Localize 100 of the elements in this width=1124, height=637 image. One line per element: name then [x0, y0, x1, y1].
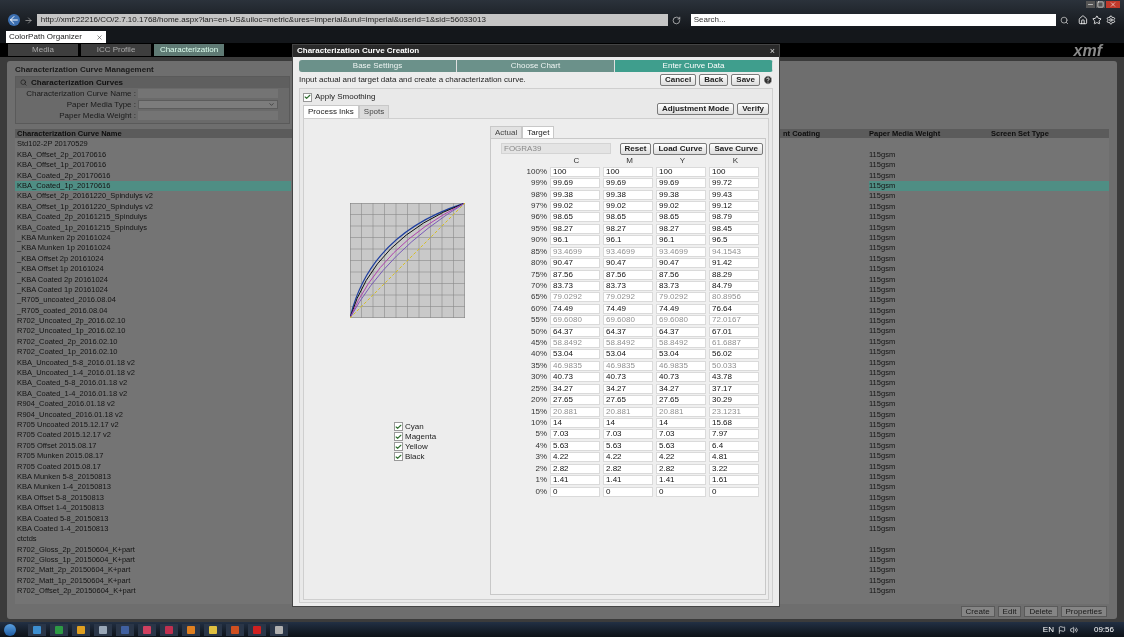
curve-button[interactable]: Reset — [619, 142, 652, 155]
value-field[interactable]: 3.22 — [709, 463, 759, 474]
value-field[interactable]: 0 — [550, 486, 600, 497]
taskbar-icon[interactable] — [94, 623, 112, 636]
value-field[interactable]: 7.03 — [550, 429, 600, 440]
value-field[interactable]: 99.72 — [709, 178, 759, 189]
value-field[interactable]: 64.37 — [550, 326, 600, 337]
value-field[interactable]: 7.03 — [656, 429, 706, 440]
value-field[interactable]: 87.56 — [550, 269, 600, 280]
favorites-icon[interactable] — [1092, 15, 1103, 25]
value-field[interactable]: 98.65 — [656, 212, 706, 223]
value-field[interactable]: 99.38 — [603, 189, 653, 200]
select-field[interactable] — [138, 100, 278, 109]
value-field[interactable]: 53.04 — [656, 349, 706, 360]
forward-icon[interactable] — [23, 15, 33, 25]
value-field[interactable]: 27.65 — [656, 395, 706, 406]
value-field[interactable]: 34.27 — [603, 383, 653, 394]
curve-button[interactable]: Load Curve — [653, 142, 708, 155]
taskbar-icon[interactable] — [28, 623, 46, 636]
value-field[interactable]: 91.42 — [709, 258, 759, 269]
value-field[interactable]: 94.1543 — [709, 246, 759, 257]
value-field[interactable]: 4.81 — [709, 452, 759, 463]
value-field[interactable]: 4.22 — [656, 452, 706, 463]
value-field[interactable]: 99.02 — [603, 200, 653, 211]
value-field[interactable]: 61.6887 — [709, 338, 759, 349]
value-field[interactable]: 4.22 — [603, 452, 653, 463]
dialog-button[interactable]: Back — [699, 74, 729, 86]
value-field[interactable]: 46.9835 — [550, 360, 600, 371]
settings-icon[interactable] — [1106, 15, 1116, 25]
taskbar-icon[interactable] — [72, 623, 90, 636]
value-field[interactable]: 93.4699 — [603, 246, 653, 257]
back-icon[interactable] — [8, 14, 20, 26]
value-field[interactable]: 98.65 — [550, 212, 600, 223]
value-field[interactable]: 58.8492 — [656, 338, 706, 349]
value-field[interactable]: 88.29 — [709, 269, 759, 280]
value-field[interactable]: 79.0292 — [550, 292, 600, 303]
value-field[interactable]: 99.38 — [656, 189, 706, 200]
value-field[interactable]: 20.881 — [550, 406, 600, 417]
value-field[interactable]: 43.78 — [709, 372, 759, 383]
value-field[interactable]: 99.12 — [709, 200, 759, 211]
value-field[interactable]: 100 — [550, 166, 600, 177]
value-field[interactable]: 93.4699 — [550, 246, 600, 257]
value-field[interactable]: 99.02 — [550, 200, 600, 211]
checkbox[interactable] — [394, 432, 403, 441]
start-button[interactable] — [4, 623, 16, 636]
value-field[interactable]: 99.69 — [603, 178, 653, 189]
value-field[interactable]: 90.47 — [603, 258, 653, 269]
value-field[interactable]: 23.1231 — [709, 406, 759, 417]
value-field[interactable]: 96.1 — [603, 235, 653, 246]
value-field[interactable]: 83.73 — [603, 280, 653, 291]
value-field[interactable]: 7.03 — [603, 429, 653, 440]
value-field[interactable]: 50.033 — [709, 360, 759, 371]
value-field[interactable]: 72.0167 — [709, 315, 759, 326]
action-button[interactable]: Delete — [1024, 606, 1058, 617]
value-field[interactable]: 0 — [656, 486, 706, 497]
checkbox[interactable] — [394, 452, 403, 461]
value-field[interactable]: 53.04 — [603, 349, 653, 360]
taskbar-icon[interactable] — [182, 623, 200, 636]
value-field[interactable]: 2.82 — [550, 463, 600, 474]
value-field[interactable]: 87.56 — [603, 269, 653, 280]
value-field[interactable]: 0 — [709, 486, 759, 497]
value-field[interactable]: 6.4 — [709, 440, 759, 451]
nav-tab[interactable]: ICC Profile — [81, 44, 151, 56]
taskbar-icon[interactable] — [226, 623, 244, 636]
dialog-button[interactable]: Cancel — [659, 74, 697, 86]
value-field[interactable]: 27.65 — [550, 395, 600, 406]
value-field[interactable]: 99.38 — [550, 189, 600, 200]
taskbar-icon[interactable] — [50, 623, 68, 636]
checkbox[interactable] — [394, 422, 403, 431]
action-button[interactable]: Properties — [1060, 606, 1107, 617]
value-field[interactable]: 1.61 — [709, 475, 759, 486]
value-field[interactable]: 90.47 — [656, 258, 706, 269]
value-field[interactable]: 80.8956 — [709, 292, 759, 303]
value-field[interactable]: 2.82 — [603, 463, 653, 474]
value-field[interactable]: 99.43 — [709, 189, 759, 200]
tab[interactable]: Actual — [490, 126, 523, 138]
value-field[interactable]: 79.0292 — [603, 292, 653, 303]
checkbox[interactable] — [303, 92, 312, 102]
value-field[interactable]: 27.65 — [603, 395, 653, 406]
value-field[interactable]: 40.73 — [656, 372, 706, 383]
tab[interactable]: Spots — [358, 105, 390, 118]
value-field[interactable]: 37.17 — [709, 383, 759, 394]
value-field[interactable]: 40.73 — [603, 372, 653, 383]
nav-tab[interactable]: Media — [8, 44, 78, 56]
value-field[interactable]: 58.8492 — [603, 338, 653, 349]
value-field[interactable]: 98.45 — [709, 223, 759, 234]
action-button[interactable]: Create — [960, 606, 995, 617]
value-field[interactable]: 30.29 — [709, 395, 759, 406]
checkbox[interactable] — [394, 442, 403, 451]
value-field[interactable]: 7.97 — [709, 429, 759, 440]
nav-tab[interactable]: Characterization — [154, 44, 224, 56]
value-field[interactable]: 100 — [709, 166, 759, 177]
home-icon[interactable] — [1078, 15, 1089, 25]
language-indicator[interactable]: EN — [1042, 623, 1054, 636]
value-field[interactable]: 74.49 — [550, 303, 600, 314]
value-field[interactable]: 100 — [656, 166, 706, 177]
value-field[interactable]: 98.27 — [550, 223, 600, 234]
value-field[interactable]: 4.22 — [550, 452, 600, 463]
value-field[interactable]: 96.1 — [550, 235, 600, 246]
value-field[interactable]: 20.881 — [656, 406, 706, 417]
